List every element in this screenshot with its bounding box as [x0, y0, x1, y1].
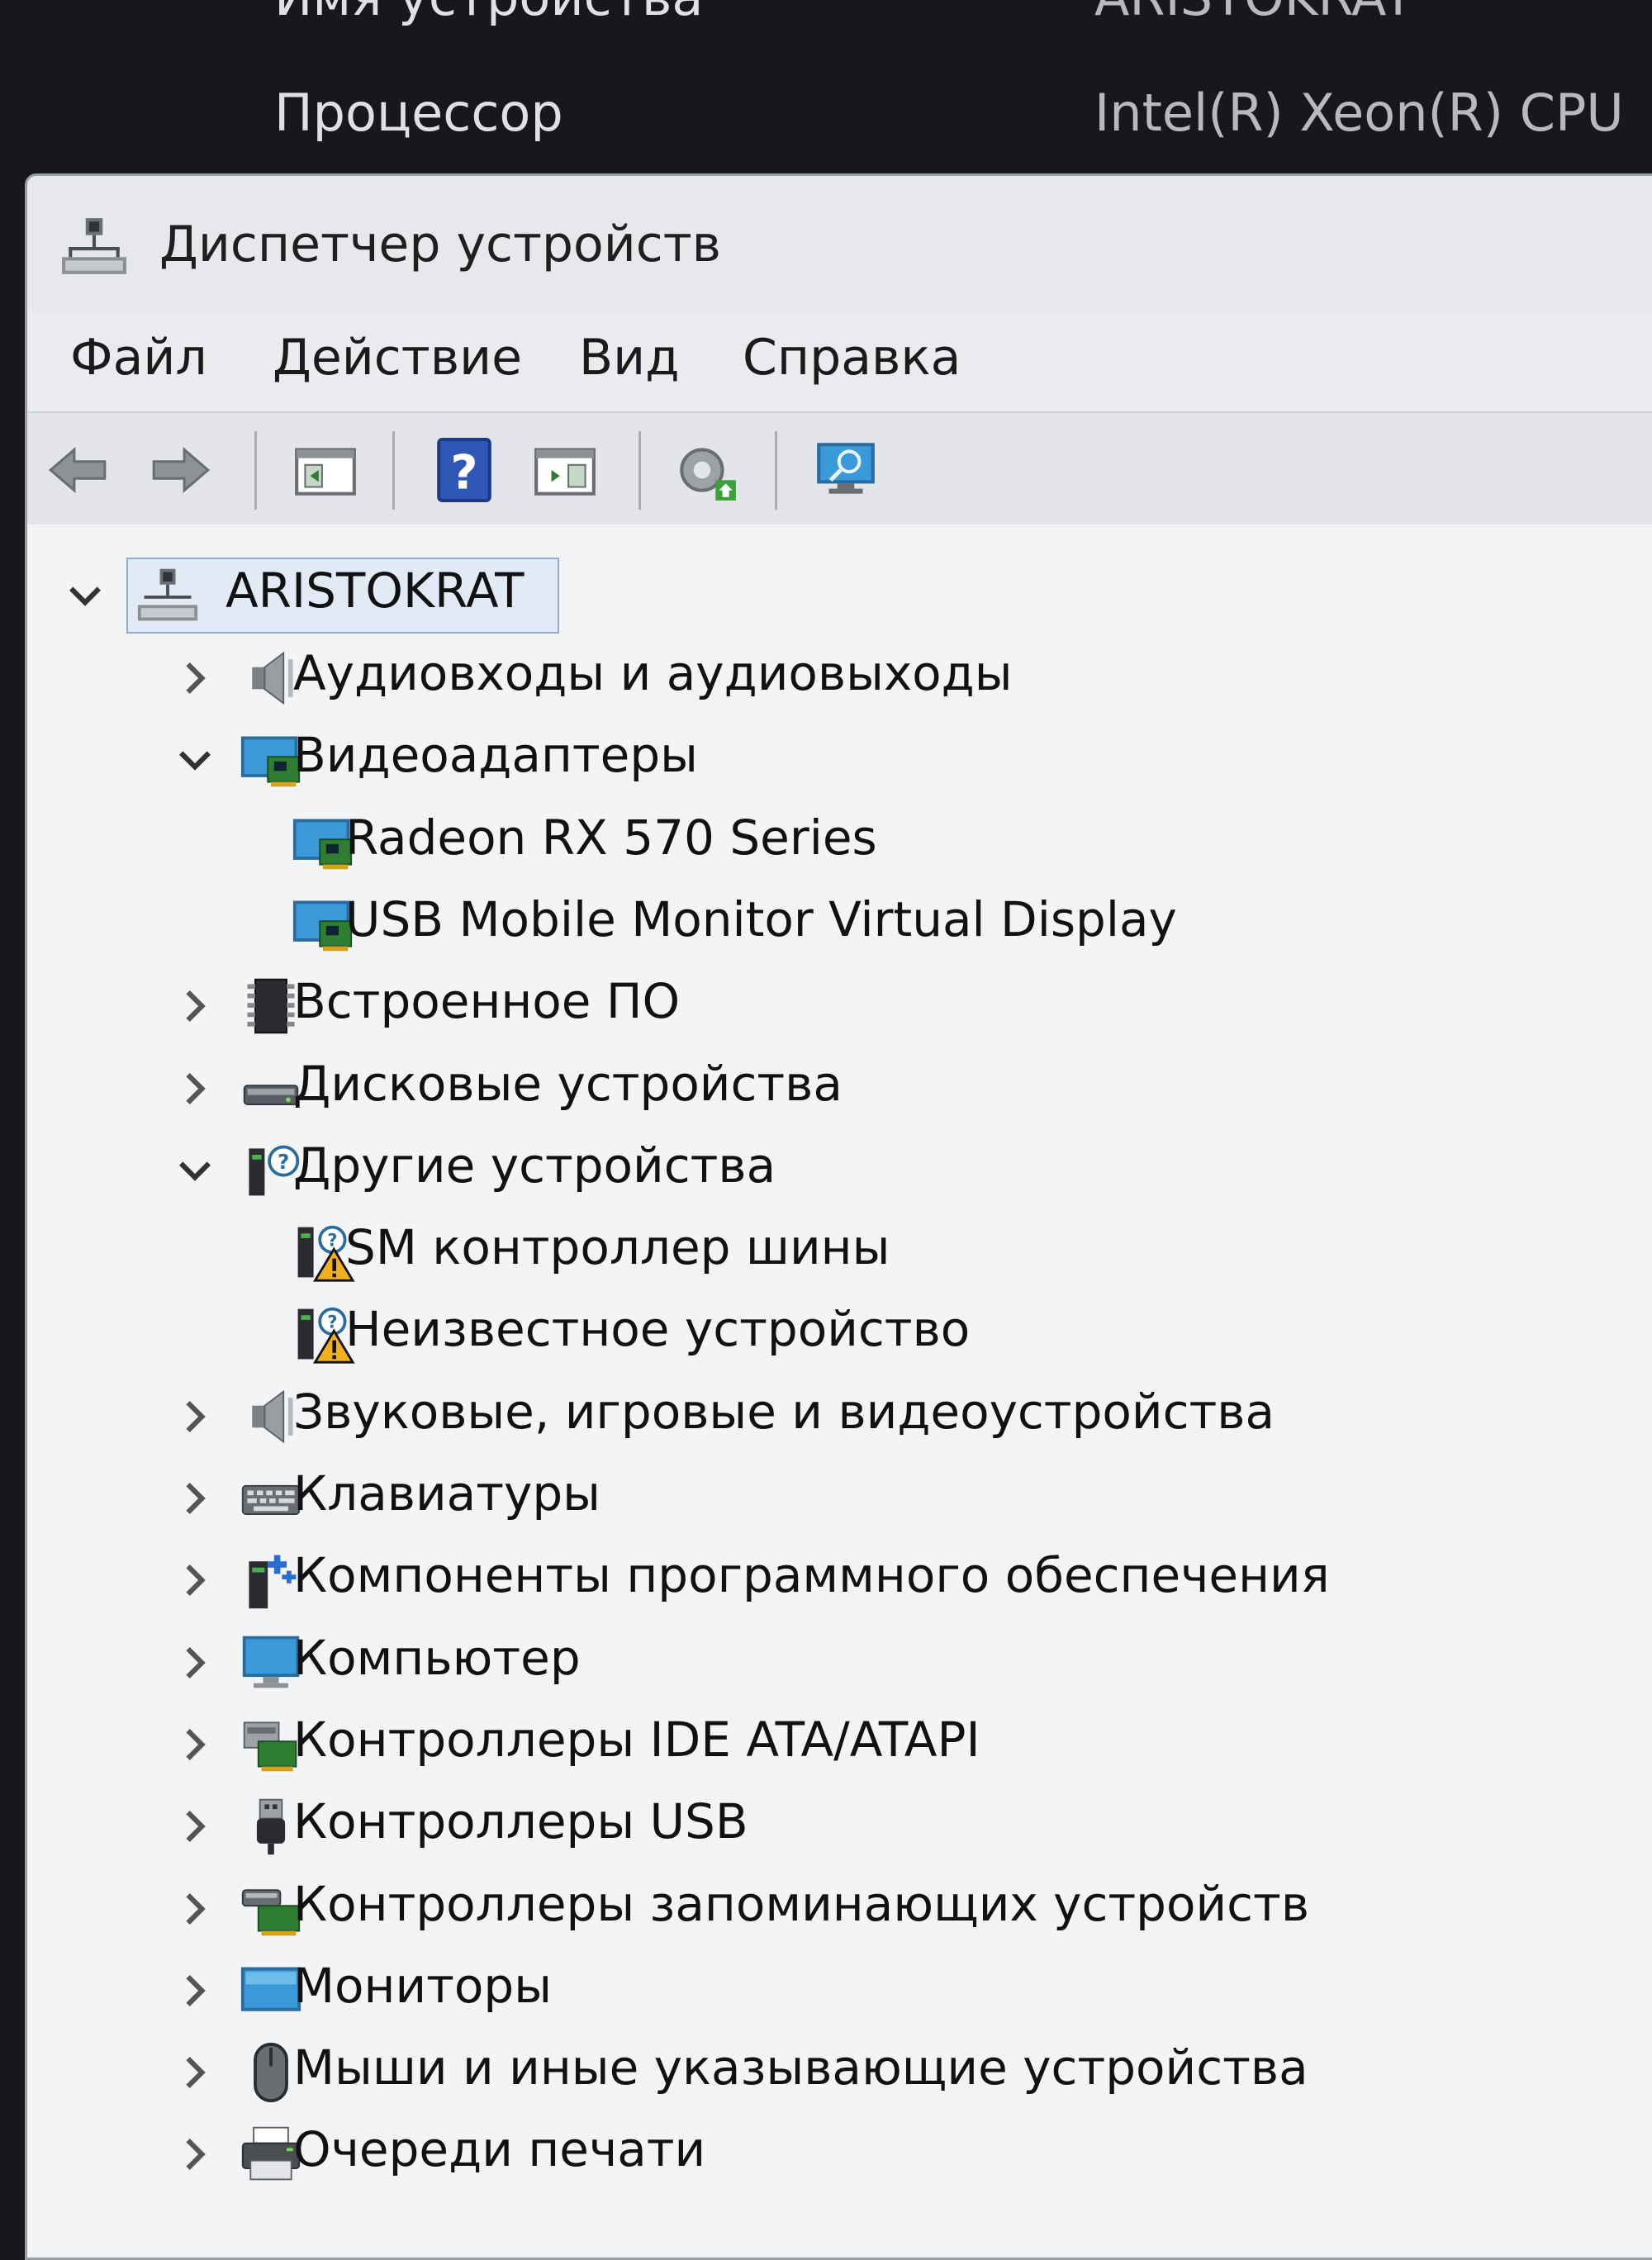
properties-pane-icon[interactable] [531, 436, 599, 504]
tree-item-label: SM контроллер шины [345, 1219, 890, 1276]
tree-item-label: Мониторы [293, 1957, 553, 2014]
tree-item-label: Видеоадаптеры [293, 727, 698, 784]
chevron-right-icon[interactable] [172, 1640, 218, 1686]
device-tree: ARISTOKRAT Аудиовходы и аудиовыходы Видео… [27, 525, 1652, 2258]
device-name-label: Имя устройства [274, 0, 703, 27]
tree-category[interactable]: Звуковые, игровые и видеоустройства [27, 1379, 1597, 1453]
tree-item-label: Контроллеры запоминающих устройств [293, 1875, 1310, 1932]
chevron-right-icon[interactable] [172, 2131, 218, 2177]
svg-text:?: ? [450, 445, 477, 501]
chevron-right-icon[interactable] [172, 1066, 218, 1112]
tree-item-label: Контроллеры IDE ATA/ATAPI [293, 1711, 980, 1768]
tree-category[interactable]: Аудиовходы и аудиовыходы [27, 640, 1597, 715]
tree-item-label: Очереди печати [293, 2121, 706, 2178]
chevron-right-icon[interactable] [172, 1803, 218, 1849]
device-manager-icon [62, 218, 126, 274]
tree-device[interactable]: ? SM контроллер шины [27, 1214, 1597, 1289]
tree-root-label: ARISTOKRAT [225, 563, 525, 619]
tree-item-label: Дисковые устройства [293, 1055, 843, 1112]
tree-item-label: Мыши и иные указывающие устройства [293, 2039, 1308, 2096]
tree-category[interactable]: Мыши и иные указывающие устройства [27, 2034, 1597, 2109]
show-hide-console-tree-icon[interactable] [292, 436, 359, 504]
chevron-right-icon[interactable] [172, 1886, 218, 1932]
tree-device[interactable]: USB Mobile Monitor Virtual Display [27, 886, 1597, 961]
tree-device[interactable]: ? Неизвестное устройство [27, 1296, 1597, 1370]
window-title: Диспетчер устройств [159, 216, 722, 273]
device-name-value: ARISTOKRAT [1094, 0, 1414, 27]
chevron-right-icon[interactable] [172, 655, 218, 701]
tree-root-computer[interactable]: ARISTOKRAT [27, 558, 605, 632]
title-bar[interactable]: Диспетчер устройств [27, 176, 1652, 312]
tree-category[interactable]: Видеоадаптеры [27, 722, 1597, 796]
monitor-icon[interactable] [812, 436, 880, 504]
tree-item-label: Компоненты программного обеспечения [293, 1547, 1330, 1604]
tree-category[interactable]: Клавиатуры [27, 1460, 1597, 1535]
back-icon[interactable] [44, 436, 112, 504]
chevron-right-icon[interactable] [172, 983, 218, 1029]
tree-category[interactable]: Контроллеры запоминающих устройств [27, 1871, 1597, 1945]
chevron-down-icon[interactable] [172, 1147, 218, 1194]
chevron-right-icon[interactable] [172, 1475, 218, 1522]
tree-item-label: Встроенное ПО [293, 973, 681, 1030]
tree-item-label: Клавиатуры [293, 1465, 601, 1522]
menu-view[interactable]: Вид [579, 329, 680, 387]
menu-bar: Файл Действие Вид Справка [27, 312, 1652, 411]
chevron-right-icon[interactable] [172, 1394, 218, 1440]
tree-category[interactable]: Компоненты программного обеспечения [27, 1542, 1597, 1617]
tree-item-label: USB Mobile Monitor Virtual Display [345, 890, 1177, 947]
tree-category[interactable]: Компьютер [27, 1625, 1597, 1699]
tree-category[interactable]: Дисковые устройства [27, 1051, 1597, 1125]
menu-file[interactable]: Файл [70, 329, 207, 387]
processor-label: Процессор [274, 83, 563, 143]
svg-text:?: ? [327, 1230, 337, 1250]
tree-category[interactable]: Контроллеры USB [27, 1788, 1597, 1863]
chevron-down-icon[interactable] [62, 572, 108, 619]
tree-item-label: Звуковые, игровые и видеоустройства [293, 1383, 1275, 1440]
svg-text:?: ? [327, 1313, 337, 1332]
svg-text:?: ? [278, 1150, 289, 1174]
tree-category[interactable]: Мониторы [27, 1953, 1597, 2027]
chevron-right-icon[interactable] [172, 1721, 218, 1768]
tree-item-label: Контроллеры USB [293, 1793, 748, 1850]
menu-action[interactable]: Действие [273, 329, 522, 387]
tree-item-label: Неизвестное устройство [345, 1301, 971, 1358]
tree-category[interactable]: Контроллеры IDE ATA/ATAPI [27, 1707, 1597, 1781]
device-manager-window: Диспетчер устройств Файл Действие Вид Сп… [25, 173, 1652, 2260]
tree-item-label: Компьютер [293, 1629, 581, 1686]
chevron-right-icon[interactable] [172, 1968, 218, 2014]
tree-category[interactable]: Очереди печати [27, 2116, 1597, 2191]
tree-category[interactable]: ? Другие устройства [27, 1132, 1597, 1207]
tree-item-label: Radeon RX 570 Series [345, 809, 877, 866]
tree-category[interactable]: Встроенное ПО [27, 968, 1597, 1042]
processor-value: Intel(R) Xeon(R) CPU [1094, 83, 1624, 143]
tree-item-label: Аудиовходы и аудиовыходы [293, 645, 1013, 701]
chevron-right-icon[interactable] [172, 2049, 218, 2096]
computer-network-icon [137, 568, 198, 621]
chevron-down-icon[interactable] [172, 737, 218, 783]
toolbar: ? [27, 411, 1652, 527]
chevron-right-icon[interactable] [172, 1557, 218, 1603]
scan-hardware-icon[interactable] [672, 436, 739, 504]
forward-icon[interactable] [147, 436, 215, 504]
menu-help[interactable]: Справка [743, 329, 961, 387]
tree-device[interactable]: Radeon RX 570 Series [27, 805, 1597, 879]
help-icon[interactable]: ? [430, 436, 498, 504]
tree-item-label: Другие устройства [293, 1137, 776, 1194]
